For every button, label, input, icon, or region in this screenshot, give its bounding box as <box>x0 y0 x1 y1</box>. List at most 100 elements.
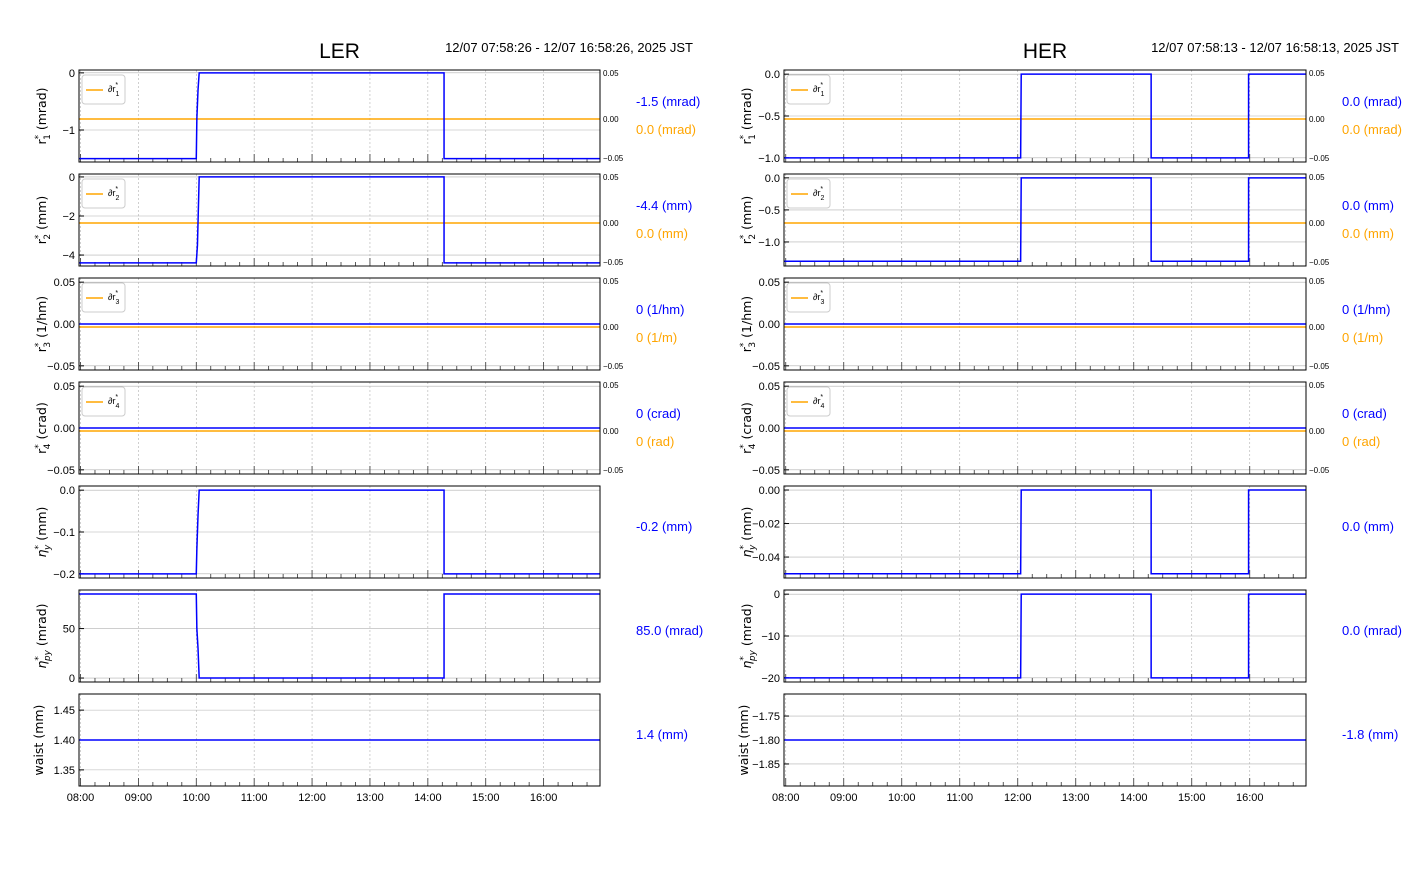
right-y-tick-label: −0.05 <box>1309 258 1330 267</box>
current-delta-value: 0.0 (mrad) <box>1342 122 1402 137</box>
right-y-tick-label: 0.05 <box>1309 173 1325 182</box>
y-tick-label: 0.0 <box>60 485 75 497</box>
star: * <box>115 186 118 193</box>
legend: ∂r4* <box>81 386 126 417</box>
right-y-tick-label: −0.05 <box>603 362 624 371</box>
panel-her: HER 12/07 07:58:13 - 12/07 16:58:13, 2025… <box>736 40 1402 804</box>
y-tick-label: −0.05 <box>47 361 75 373</box>
x-tick-label: 14:00 <box>414 792 442 804</box>
x-tick-label: 13:00 <box>356 792 384 804</box>
y-tick-label: −1.0 <box>758 153 780 165</box>
y-tick-label: 50 <box>63 624 75 636</box>
y-tick-label: 0 <box>69 673 75 685</box>
x-tick-label: 12:00 <box>1004 792 1032 804</box>
y-tick-label: 0.05 <box>54 381 75 393</box>
y-tick-label: −1.85 <box>752 759 780 771</box>
y-axis-label: η*y (mm) <box>739 507 758 558</box>
right-y-tick-label: 0.00 <box>603 219 619 228</box>
star: * <box>115 290 118 297</box>
value-series-line <box>79 176 600 264</box>
y-tick-label: −1.75 <box>752 711 780 723</box>
current-value: 0 (1/hm) <box>1342 302 1390 317</box>
right-y-tick-label: 0.05 <box>603 173 619 182</box>
y-tick-label: −1 <box>62 125 75 137</box>
y-tick-label: 1.35 <box>54 765 75 777</box>
x-tick-label: 11:00 <box>241 792 268 804</box>
y-tick-label: 0.05 <box>759 381 780 393</box>
subplot-5: 0.00 −0.02 −0.04η*y (mm) 0.0 (mm) <box>739 485 1394 579</box>
x-tick-label: 09:00 <box>830 792 858 804</box>
y-tick-label: 1.45 <box>54 705 75 717</box>
right-y-tick-label: 0.00 <box>1309 219 1325 228</box>
y-tick-label: −0.2 <box>53 569 75 581</box>
x-tick-label: 11:00 <box>946 792 973 804</box>
x-tick-label: 09:00 <box>125 792 153 804</box>
right-y-tick-label: 0.05 <box>1309 381 1325 390</box>
y-tick-label: −10 <box>761 631 780 643</box>
y-tick-label: 0 <box>69 172 75 184</box>
y-tick-label: 0.0 <box>765 173 780 185</box>
x-tick-label: 12:00 <box>298 792 326 804</box>
x-tick-label: 08:00 <box>67 792 95 804</box>
subplot-7: −1.75 −1.80 −1.85waist (mm) -1.8 (mm) <box>736 693 1398 787</box>
x-tick-label: 13:00 <box>1062 792 1090 804</box>
legend: ∂r1* <box>786 74 831 105</box>
subplot-5: 0.0 −0.1 −0.2η*y (mm) -0.2 (mm) <box>34 485 692 581</box>
current-value: 1.4 (mm) <box>636 727 688 742</box>
right-y-tick-label: 0.05 <box>1309 69 1325 78</box>
star: * <box>820 82 823 89</box>
star: * <box>115 394 118 401</box>
current-delta-value: 0 (rad) <box>636 434 674 449</box>
subplot-7: 1.45 1.40 1.35 waist (mm) 1.4 (mm) <box>31 693 688 787</box>
y-tick-label: 0.05 <box>54 277 75 289</box>
y-axis-label: r*2 (mm) <box>34 196 53 244</box>
y-axis-label: η*py (mrad) <box>34 603 53 668</box>
right-y-tick-label: −0.05 <box>1309 466 1330 475</box>
y-tick-label: −0.02 <box>752 519 780 531</box>
current-value: -1.5 (mrad) <box>636 94 700 109</box>
axes-frame <box>783 173 1307 267</box>
right-y-tick-label: 0.05 <box>603 381 619 390</box>
right-y-tick-label: 0.00 <box>603 427 619 436</box>
y-tick-label: −0.05 <box>47 465 75 477</box>
y-tick-label: 0.00 <box>54 319 75 331</box>
current-value: 85.0 (mrad) <box>636 623 703 638</box>
right-y-tick-label: −0.05 <box>603 154 624 163</box>
right-y-tick-label: 0.00 <box>1309 323 1325 332</box>
y-tick-label: −0.05 <box>752 465 780 477</box>
axes-frame <box>78 173 601 267</box>
star: * <box>820 186 823 193</box>
y-tick-label: 0.00 <box>759 319 780 331</box>
current-value: 0 (1/hm) <box>636 302 684 317</box>
subplot-3: 0.05 0.00 −0.05 0.05 0.00 −0.05 ∂r3* r*3 (1/hm)… <box>739 277 1390 373</box>
y-tick-label: 0.0 <box>765 69 780 81</box>
y-axis-label: r*1 (mrad) <box>34 87 53 144</box>
subplot-6: 50 0 η*py (mrad) 85.0 (mrad) <box>34 589 703 685</box>
star: * <box>820 394 823 401</box>
right-y-tick-label: 0.00 <box>603 323 619 332</box>
subplot-6: 0 −10 −20η*py (mrad) 0.0 (mrad) <box>739 589 1402 685</box>
x-tick-label: 08:00 <box>772 792 800 804</box>
right-y-tick-label: 0.05 <box>603 277 619 286</box>
right-y-tick-label: −0.05 <box>1309 362 1330 371</box>
right-y-tick-label: 0.05 <box>603 69 619 78</box>
current-value: 0.0 (mm) <box>1342 198 1394 213</box>
current-delta-value: 0 (1/m) <box>1342 330 1383 345</box>
right-y-tick-label: −0.05 <box>603 258 624 267</box>
y-tick-label: 0.00 <box>759 423 780 435</box>
y-axis-label: η*y (mm) <box>34 507 53 558</box>
x-tick-label: 10:00 <box>888 792 916 804</box>
y-tick-label: −2 <box>62 211 75 223</box>
y-axis-label: waist (mm) <box>736 705 751 776</box>
y-tick-label: −0.5 <box>758 205 780 217</box>
y-axis-label: r*4 (crad) <box>34 402 53 454</box>
y-tick-label: −0.04 <box>752 552 780 564</box>
time-range: 12/07 07:58:13 - 12/07 16:58:13, 2025 JS… <box>1151 40 1399 55</box>
x-tick-label: 15:00 <box>472 792 500 804</box>
y-axis-label: η*py (mrad) <box>739 603 758 668</box>
y-axis-label: r*2 (mm) <box>739 196 758 244</box>
y-tick-label: −0.5 <box>758 111 780 123</box>
y-tick-label: −1.0 <box>758 237 780 249</box>
subplot-2: 0.0 −0.5 −1.0 0.05 0.00 −0.05 ∂r2* r*2 (mm) 0.0 … <box>739 173 1394 267</box>
panel-title: HER <box>1023 40 1067 63</box>
